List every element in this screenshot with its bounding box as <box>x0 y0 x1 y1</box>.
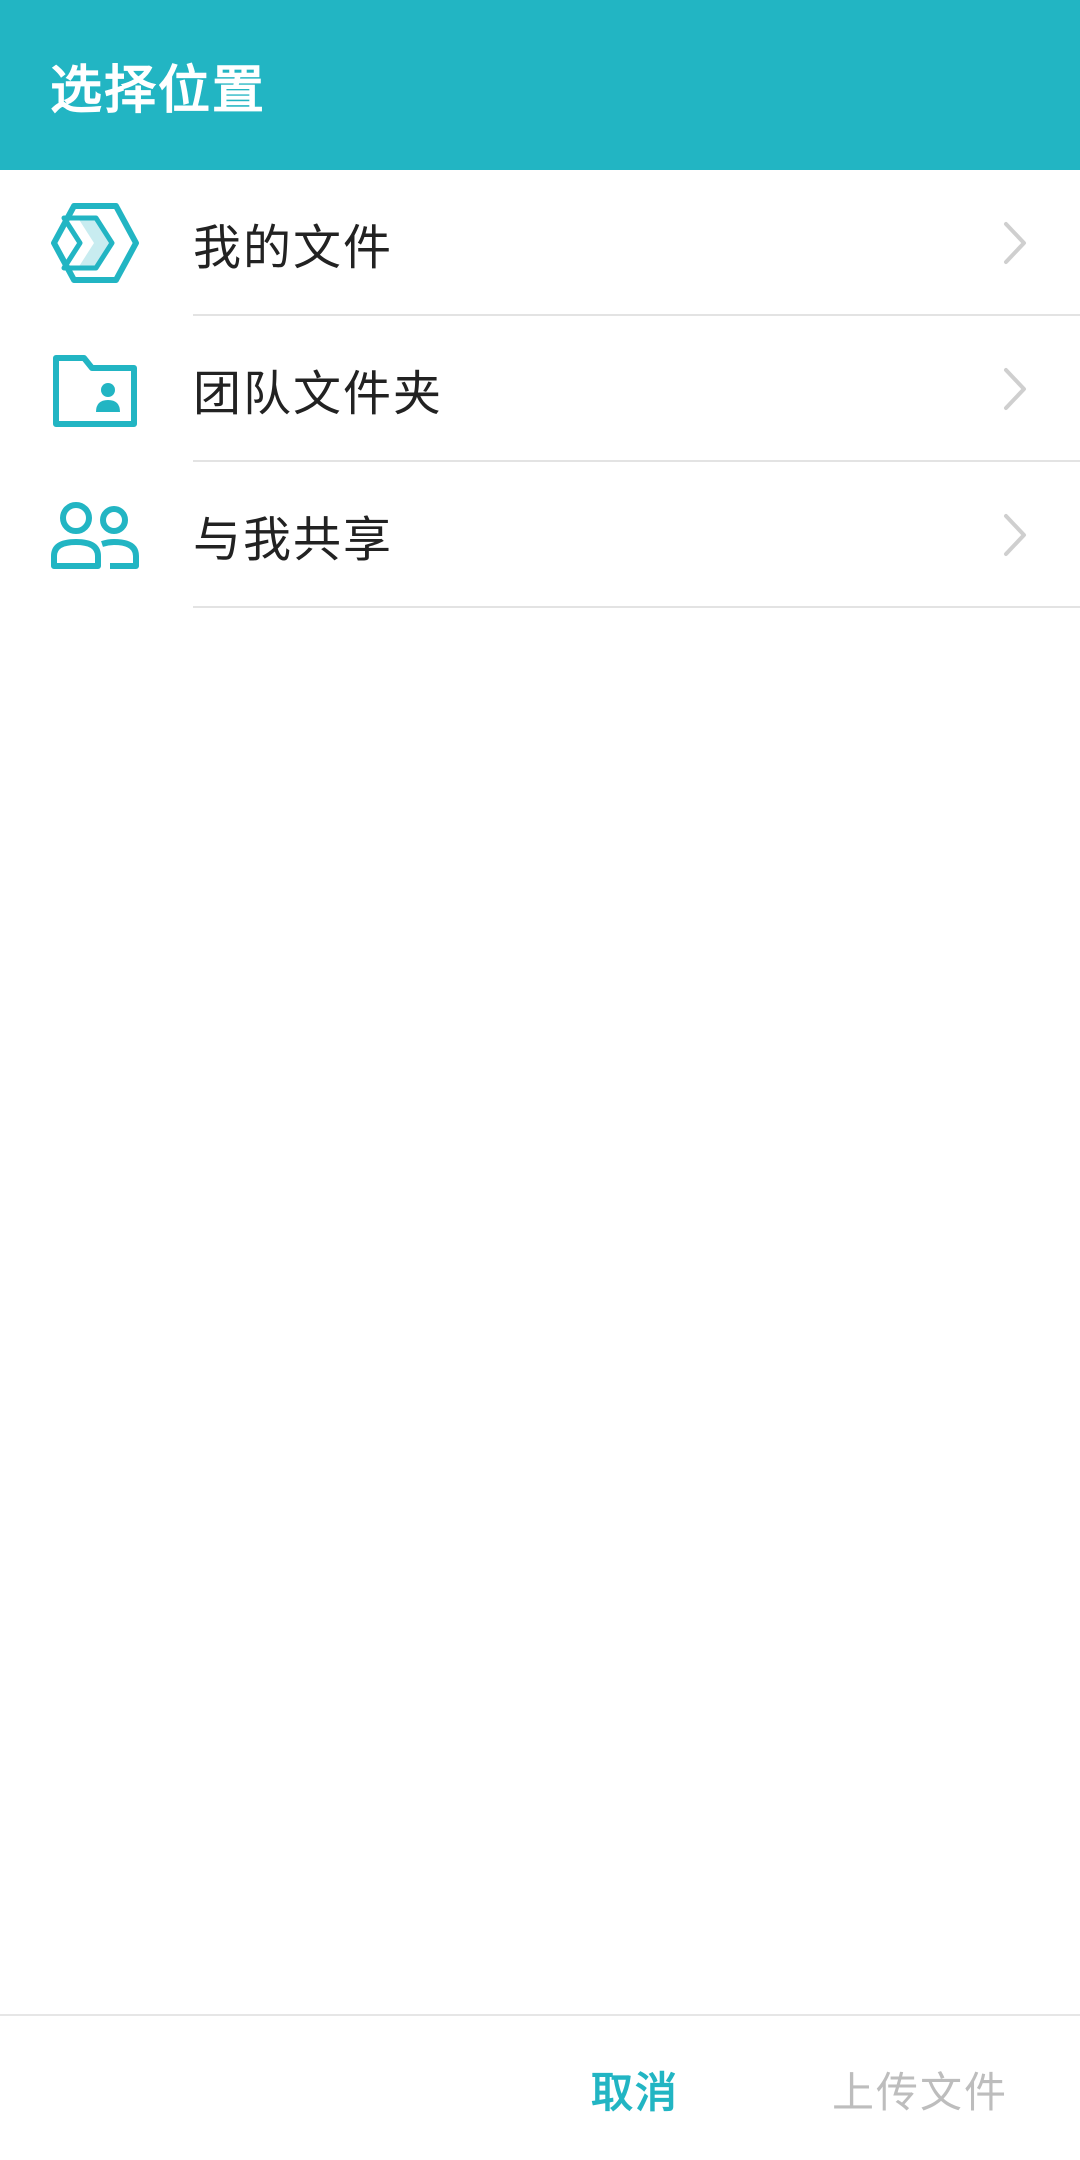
location-picker-screen: 选择位置 我的文件 团队文件夹 与我共享 取消 上传文件 <box>0 0 1080 2160</box>
location-item-label: 我的文件 <box>193 220 394 276</box>
location-item-team-folder[interactable]: 团队文件夹 <box>0 316 1080 462</box>
shared-with-me-icon <box>50 490 140 580</box>
page-title: 选择位置 <box>50 60 267 121</box>
my-files-icon <box>50 198 140 288</box>
app-bar: 选择位置 <box>0 0 1080 170</box>
chevron-right-icon <box>1000 510 1030 560</box>
cancel-button[interactable]: 取消 <box>570 2016 700 2160</box>
location-item-label: 与我共享 <box>193 512 394 568</box>
team-folder-icon <box>50 344 140 434</box>
bottom-action-bar: 取消 上传文件 <box>0 2014 1080 2160</box>
divider <box>193 606 1080 608</box>
location-list: 我的文件 团队文件夹 与我共享 <box>0 170 1080 608</box>
location-item-my-files[interactable]: 我的文件 <box>0 170 1080 316</box>
upload-file-button[interactable]: 上传文件 <box>820 2016 1020 2160</box>
chevron-right-icon <box>1000 218 1030 268</box>
chevron-right-icon <box>1000 364 1030 414</box>
location-item-shared-with-me[interactable]: 与我共享 <box>0 462 1080 608</box>
location-item-label: 团队文件夹 <box>193 366 444 422</box>
